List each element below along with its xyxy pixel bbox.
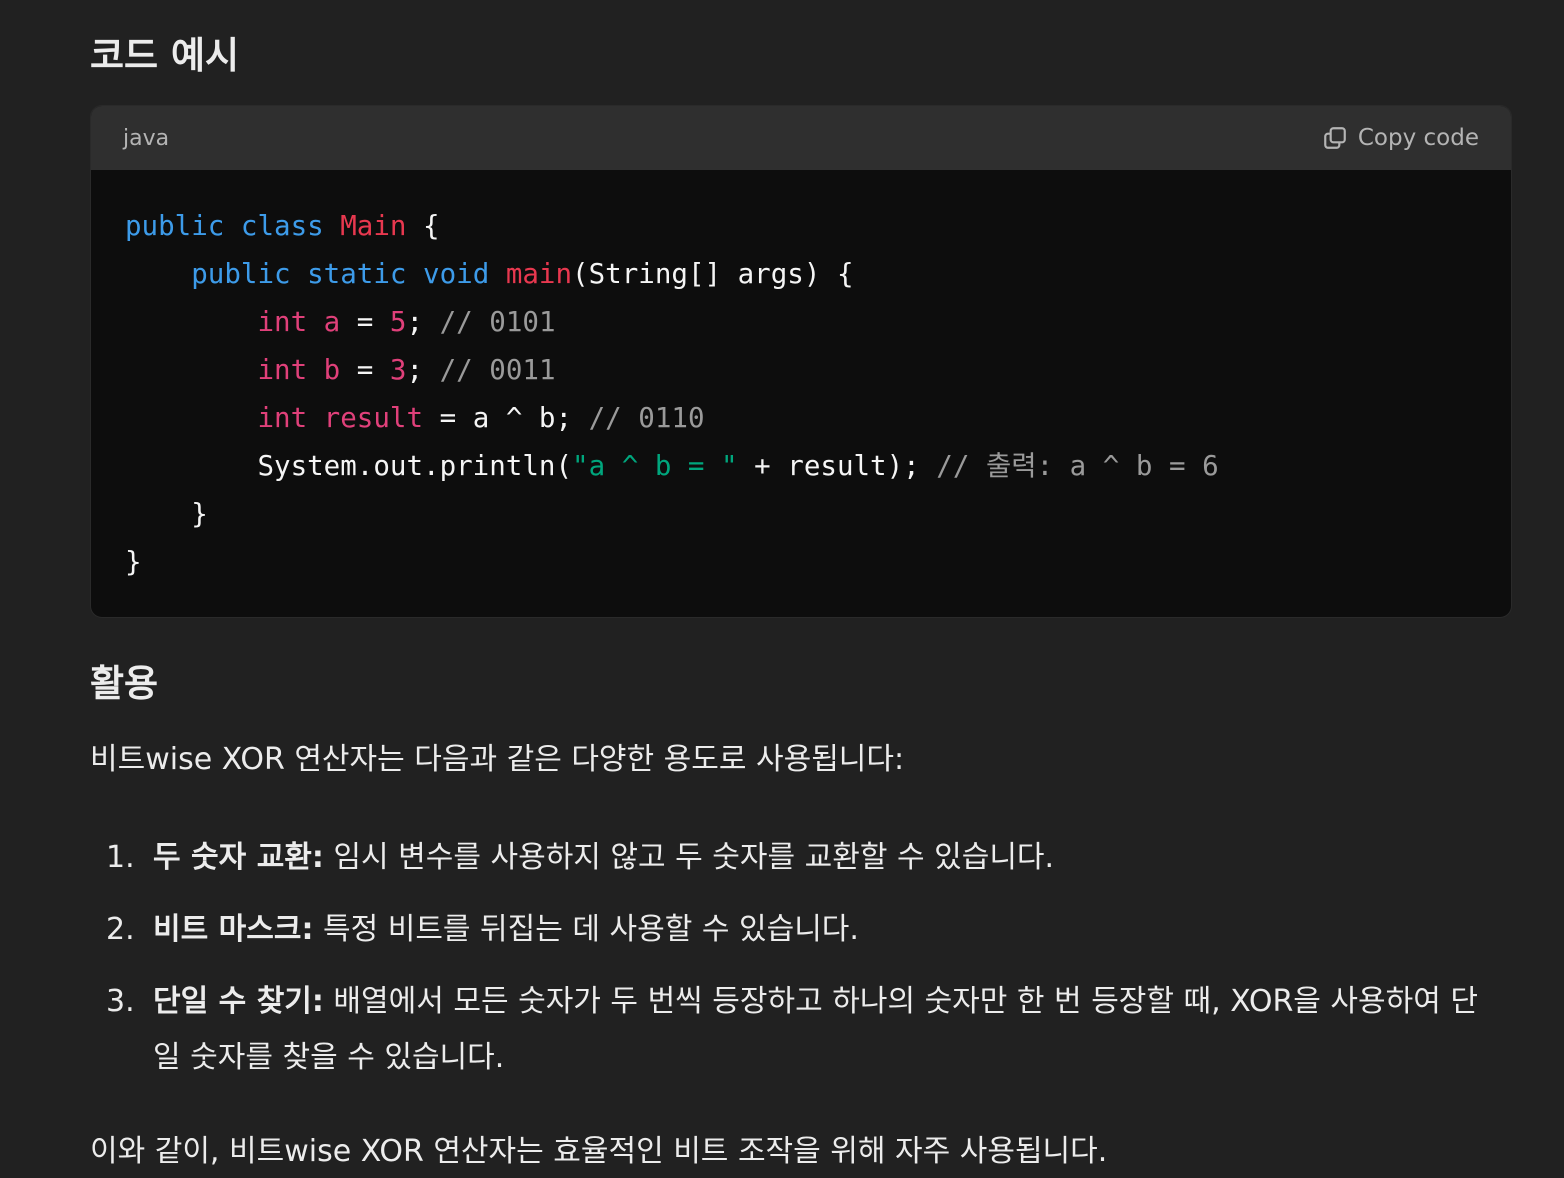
- usage-list: 1. 두 숫자 교환: 임시 변수를 사용하지 않고 두 숫자를 교환할 수 있습…: [90, 830, 1500, 1102]
- code-token: 5: [389, 306, 407, 338]
- heading-usage: 활용: [90, 662, 159, 705]
- code-line: int result = a ^ b; // 0110: [125, 402, 705, 434]
- code-token: }: [125, 498, 208, 530]
- code-token: {: [406, 210, 440, 242]
- code-token: = a ^ b;: [423, 402, 589, 434]
- code-token: // 0011: [439, 354, 556, 386]
- code-token: // 출력: a ^ b = 6: [936, 450, 1219, 482]
- code-token: public class: [125, 210, 341, 242]
- code-token: ;: [406, 354, 440, 386]
- copy-icon: [1322, 125, 1348, 151]
- code-line: int b = 3; // 0011: [125, 354, 556, 386]
- code-token: public static void: [191, 258, 506, 290]
- list-item-number: 1.: [106, 840, 135, 875]
- list-item-text: 특정 비트를 뒤집는 데 사용할 수 있습니다.: [313, 912, 859, 947]
- code-line: }: [125, 498, 208, 530]
- code-token: 3: [389, 354, 407, 386]
- conclusion-paragraph: 이와 같이, 비트wise XOR 연산자는 효율적인 비트 조작을 위해 자주…: [90, 1134, 1108, 1169]
- code-token: ;: [406, 306, 440, 338]
- code-token: + result);: [737, 450, 937, 482]
- list-item-title: 비트 마스크:: [153, 912, 314, 947]
- code-token: }: [125, 546, 142, 578]
- code-token: // 0110: [588, 402, 705, 434]
- code-block-header: java Copy code: [91, 106, 1511, 170]
- list-item-text: 임시 변수를 사용하지 않고 두 숫자를 교환할 수 있습니다.: [323, 840, 1055, 875]
- list-item: 3. 단일 수 찾기: 배열에서 모든 숫자가 두 번씩 등장하고 하나의 숫자만…: [90, 974, 1500, 1086]
- code-token: // 0101: [439, 306, 556, 338]
- list-item-number: 3.: [106, 984, 135, 1019]
- code-token: System.out.println(: [125, 450, 573, 482]
- code-language-label: java: [123, 125, 170, 151]
- code-line: int a = 5; // 0101: [125, 306, 556, 338]
- code-token: int result: [257, 402, 424, 434]
- code-token: Main: [340, 210, 407, 242]
- copy-code-button[interactable]: Copy code: [1322, 125, 1479, 151]
- code-token: (String[] args) {: [572, 258, 854, 290]
- list-item: 1. 두 숫자 교환: 임시 변수를 사용하지 않고 두 숫자를 교환할 수 있습…: [90, 830, 1500, 886]
- code-token: main: [505, 258, 573, 290]
- code-block: java Copy code public class Main { publi…: [90, 105, 1512, 618]
- list-item-title: 단일 수 찾기:: [153, 984, 324, 1019]
- copy-code-label: Copy code: [1357, 125, 1479, 151]
- code-token: int b: [257, 354, 341, 386]
- code-line: public class Main {: [125, 210, 440, 242]
- code-line: public static void main(String[] args) {: [125, 258, 854, 290]
- code-line: System.out.println("a ^ b = " + result);…: [125, 450, 1219, 482]
- list-item-number: 2.: [106, 912, 135, 947]
- list-item: 2. 비트 마스크: 특정 비트를 뒤집는 데 사용할 수 있습니다.: [90, 902, 1500, 958]
- intro-paragraph: 비트wise XOR 연산자는 다음과 같은 다양한 용도로 사용됩니다:: [90, 742, 905, 777]
- code-content[interactable]: public class Main { public static void m…: [91, 170, 1511, 586]
- code-line: }: [125, 546, 142, 578]
- code-token: "a ^ b = ": [572, 450, 738, 482]
- heading-code-example: 코드 예시: [90, 34, 240, 77]
- code-token: int a: [257, 306, 341, 338]
- code-token: =: [340, 306, 390, 338]
- list-item-title: 두 숫자 교환:: [153, 840, 324, 875]
- code-token: =: [340, 354, 390, 386]
- list-item-text: 배열에서 모든 숫자가 두 번씩 등장하고 하나의 숫자만 한 번 등장할 때,…: [153, 984, 1478, 1075]
